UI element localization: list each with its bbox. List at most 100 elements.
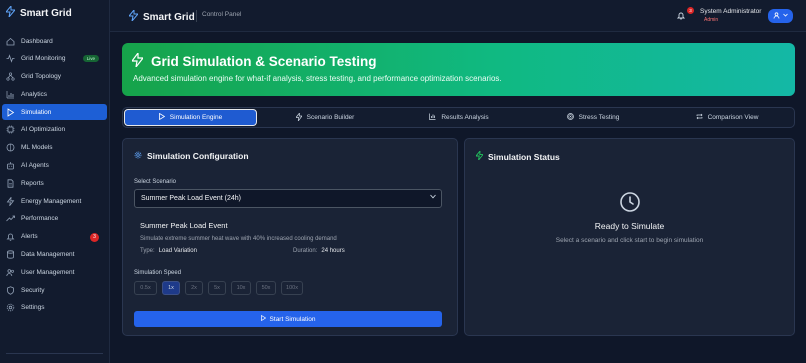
users-icon [6, 268, 15, 277]
scenario-description: Simulate extreme summer heat wave with 4… [140, 236, 337, 242]
repeat-icon [696, 113, 703, 122]
sidebar-item-dashboard[interactable]: Dashboard [2, 33, 107, 49]
scenario-select[interactable]: Summer Peak Load Event (24h) [134, 189, 442, 208]
bar-chart-icon [429, 113, 436, 122]
sidebar-item-label: Grid Topology [21, 73, 61, 81]
panel-title-text: Simulation Status [488, 151, 560, 162]
sidebar-item-security[interactable]: Security [2, 282, 107, 298]
duration-label: Duration: [293, 248, 318, 254]
hero-title-text: Grid Simulation & Scenario Testing [151, 54, 377, 69]
scenario-select-value: Summer Peak Load Event (24h) [141, 195, 241, 202]
header-divider [196, 10, 197, 22]
sidebar-item-ai-agents[interactable]: AI Agents [2, 158, 107, 174]
sidebar-item-label: User Management [21, 268, 75, 276]
notification-count-badge: 3 [687, 7, 694, 14]
sidebar-item-label: Dashboard [21, 37, 53, 45]
user-menu-button[interactable] [768, 9, 793, 23]
ready-title: Ready to Simulate [594, 221, 665, 231]
header-brand[interactable]: Smart Grid [127, 8, 195, 24]
sidebar-item-settings[interactable]: Settings [2, 300, 107, 316]
alert-count-badge: 3 [90, 232, 99, 242]
tab-label: Stress Testing [578, 114, 620, 121]
speed-option-0-5x[interactable]: 0.5x [134, 281, 157, 295]
sidebar-item-label: AI Agents [21, 162, 49, 170]
tab-comparison-view[interactable]: Comparison View [660, 109, 794, 126]
tab-label: Simulation Engine [169, 114, 223, 121]
sidebar-item-label: ML Models [21, 144, 53, 152]
bolt-icon [475, 149, 484, 162]
sidebar-item-ai-optimization[interactable]: AI Optimization [2, 122, 107, 138]
type-label: Type: [140, 248, 155, 254]
sidebar-nav: Dashboard Grid Monitoring Live Grid Topolog… [0, 33, 109, 316]
user-role: Admin [704, 17, 719, 23]
hero-description: Advanced simulation engine for what-if a… [133, 74, 502, 83]
user-name: System Administrator [700, 8, 762, 15]
sidebar-item-energy-management[interactable]: Energy Management [2, 193, 107, 209]
play-icon [158, 112, 166, 122]
sidebar-item-performance[interactable]: Performance [2, 211, 107, 227]
speed-option-2x[interactable]: 2x [185, 281, 203, 295]
tab-stress-testing[interactable]: Stress Testing [526, 109, 660, 126]
sidebar: Smart Grid Dashboard Grid Monitoring Live G… [0, 0, 110, 363]
speed-option-10x[interactable]: 10x [231, 281, 251, 295]
sidebar-item-user-management[interactable]: User Management [2, 264, 107, 280]
bot-icon [6, 161, 15, 170]
bolt-icon [130, 51, 145, 70]
scenario-duration: Duration: 24 hours [293, 248, 345, 254]
simulation-configuration-panel: Simulation Configuration Select Scenario… [122, 138, 458, 336]
sidebar-item-ml-models[interactable]: ML Models [2, 140, 107, 156]
speed-option-100x[interactable]: 100x [281, 281, 303, 295]
gear-icon [6, 303, 15, 312]
sidebar-item-grid-topology[interactable]: Grid Topology [2, 69, 107, 85]
network-icon [6, 72, 15, 81]
duration-value: 24 hours [321, 248, 345, 254]
user-icon [773, 11, 780, 21]
panel-title: Simulation Status [475, 149, 560, 162]
sidebar-item-data-management[interactable]: Data Management [2, 247, 107, 263]
notification-bell-icon[interactable] [676, 11, 686, 22]
sidebar-item-simulation[interactable]: Simulation [2, 104, 107, 121]
sidebar-item-label: Alerts [21, 233, 38, 241]
tab-scenario-builder[interactable]: Scenario Builder [258, 109, 392, 126]
sidebar-item-label: Grid Monitoring [21, 55, 66, 63]
sidebar-item-label: Simulation [21, 108, 52, 116]
scenario-type: Type: Load Variation [140, 248, 197, 254]
sidebar-item-label: Reports [21, 179, 44, 187]
sidebar-item-grid-monitoring[interactable]: Grid Monitoring Live [2, 51, 107, 67]
gear-icon [134, 151, 142, 161]
sidebar-item-label: Data Management [21, 251, 75, 259]
sidebar-divider [6, 353, 103, 354]
cpu-icon [6, 125, 15, 134]
sidebar-item-label: Analytics [21, 90, 48, 98]
sidebar-brand[interactable]: Smart Grid [0, 0, 109, 26]
database-icon [6, 250, 15, 259]
bolt-icon [127, 8, 140, 24]
sidebar-item-reports[interactable]: Reports [2, 175, 107, 191]
speed-options: 0.5x 1x 2x 5x 10x 50x 100x [134, 281, 308, 295]
speed-option-5x[interactable]: 5x [208, 281, 226, 295]
bolt-icon [294, 111, 303, 123]
home-icon [6, 37, 15, 46]
tab-simulation-engine[interactable]: Simulation Engine [124, 109, 257, 126]
tab-bar: Simulation Engine Scenario Builder Resul… [122, 107, 795, 128]
speed-option-1x[interactable]: 1x [162, 281, 180, 295]
start-simulation-button[interactable]: Start Simulation [134, 311, 442, 327]
chevron-down-icon [783, 13, 788, 19]
select-scenario-label: Select Scenario [134, 179, 177, 185]
tab-label: Results Analysis [441, 114, 489, 121]
trend-icon [6, 214, 15, 223]
simulation-status-panel: Simulation Status Ready to Simulate Sele… [464, 138, 795, 336]
top-header: Smart Grid Control Panel 3 System Admini… [110, 0, 806, 32]
sidebar-item-label: Performance [21, 215, 59, 223]
bolt-icon [6, 196, 15, 206]
sidebar-item-alerts[interactable]: Alerts 3 [2, 229, 107, 245]
tab-results-analysis[interactable]: Results Analysis [392, 109, 526, 126]
speed-option-50x[interactable]: 50x [256, 281, 276, 295]
live-badge: Live [82, 54, 99, 62]
activity-icon [6, 54, 15, 64]
type-value: Load Variation [158, 248, 197, 254]
sidebar-item-analytics[interactable]: Analytics [2, 86, 107, 102]
hero-title: Grid Simulation & Scenario Testing [130, 51, 377, 70]
simulation-speed-label: Simulation Speed [134, 270, 182, 276]
play-icon [260, 314, 266, 323]
